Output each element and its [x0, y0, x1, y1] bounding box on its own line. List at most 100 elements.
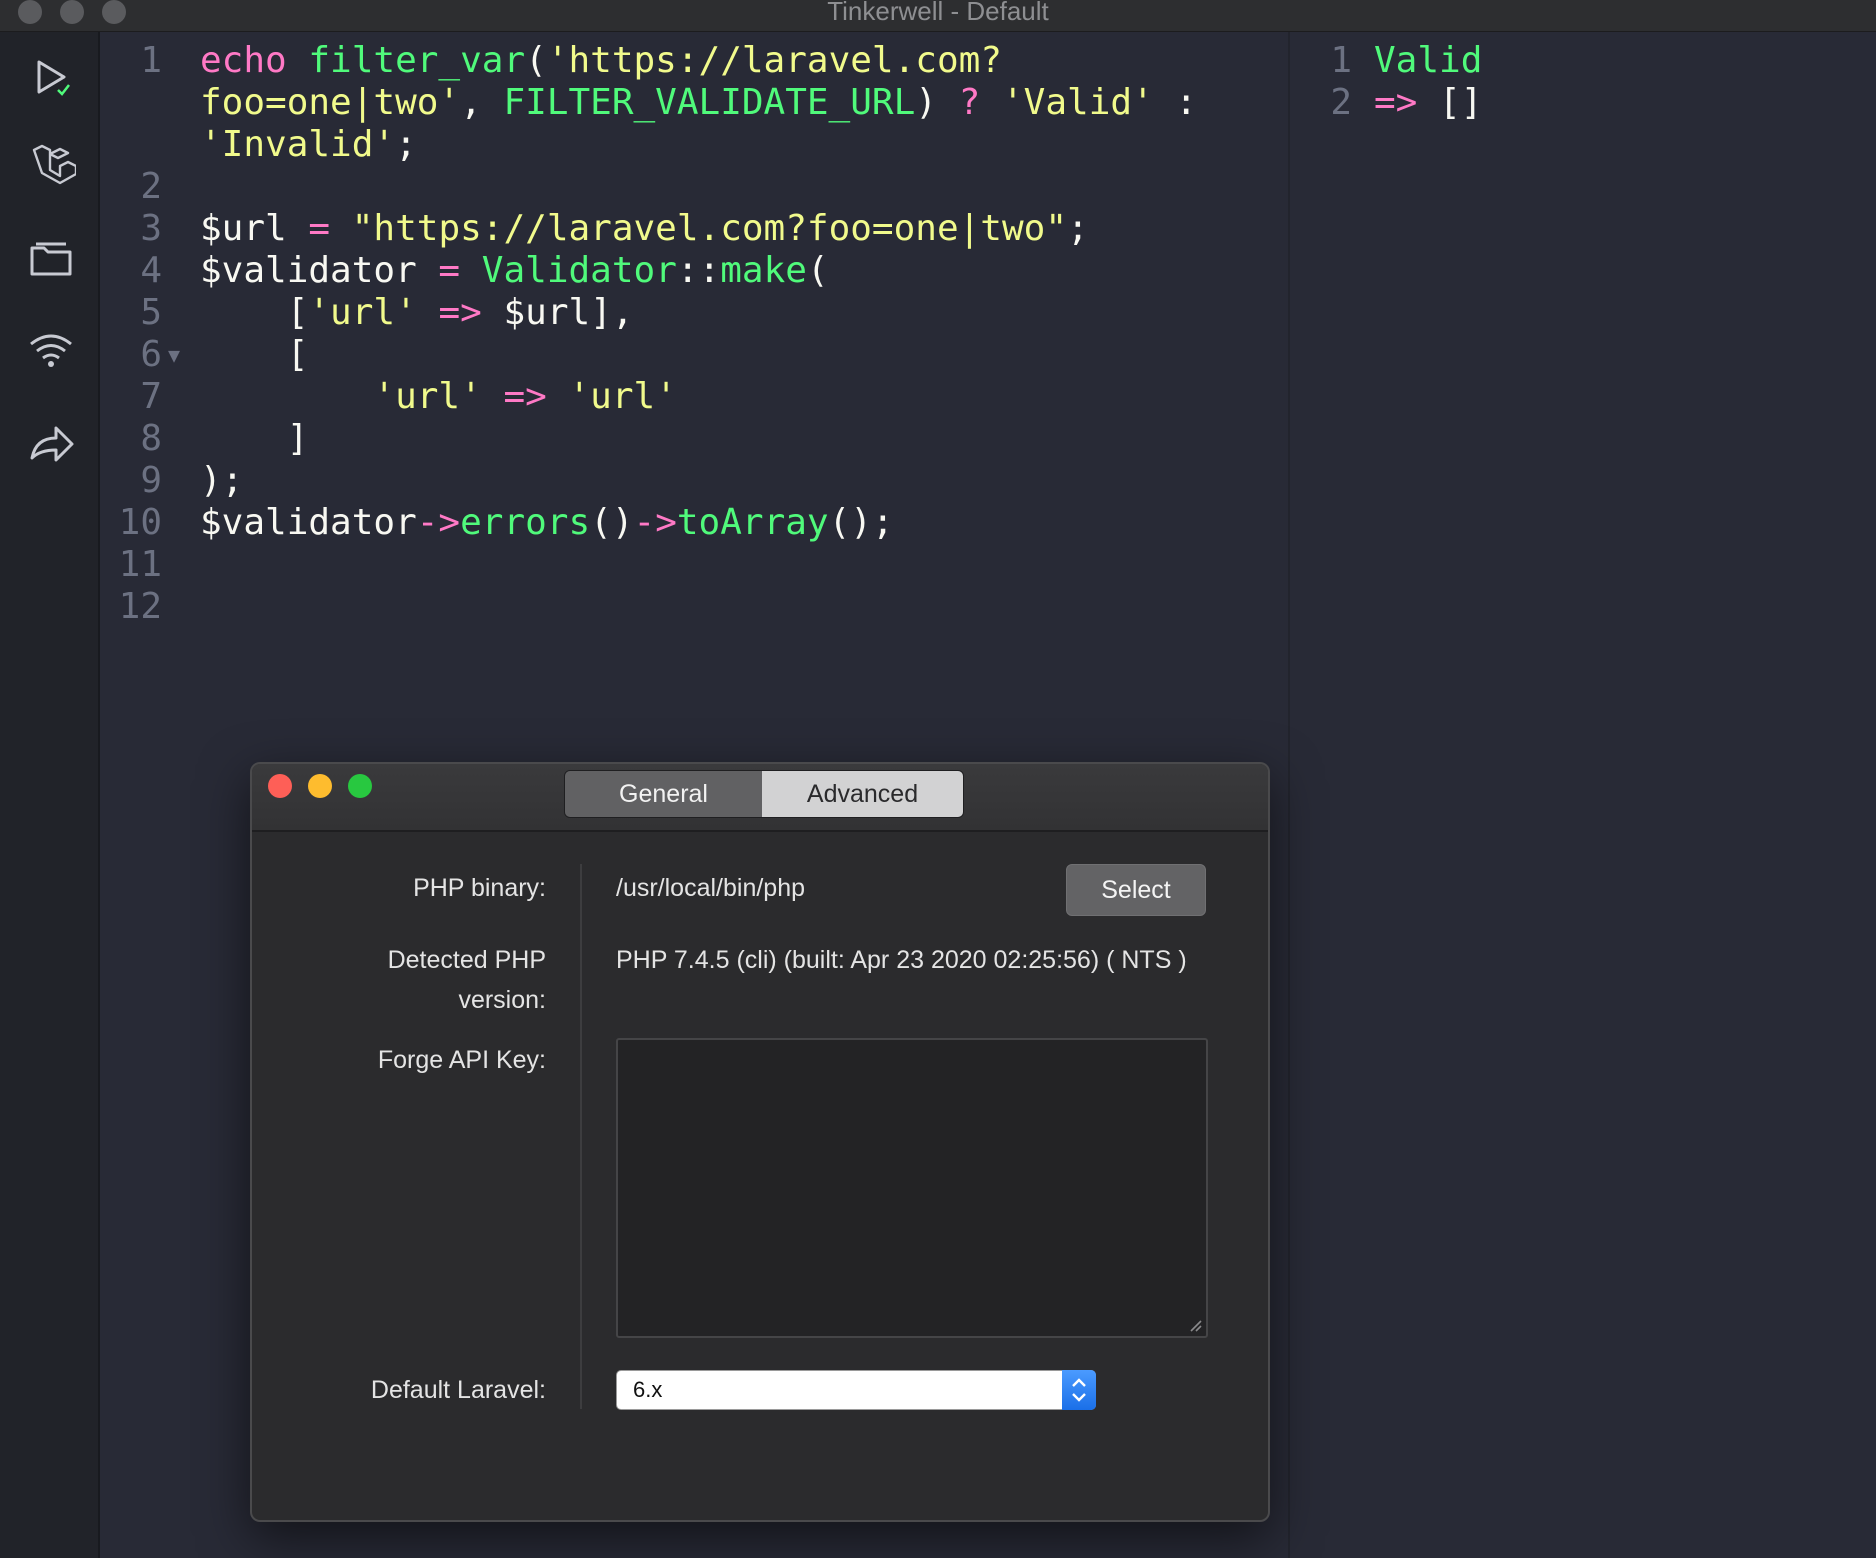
code-line: $validator = Validator::make( — [200, 250, 829, 292]
code-token: $url], — [481, 292, 634, 333]
code-token: = — [438, 250, 461, 291]
dialog-minimize-button[interactable] — [308, 774, 332, 798]
code-token: 'Valid' — [1002, 82, 1154, 123]
title-bar: Tinkerwell - Default — [0, 0, 1876, 32]
code-token: [ — [200, 334, 309, 375]
default-laravel-label: Default Laravel: — [370, 1376, 546, 1404]
dialog-close-button[interactable] — [268, 774, 292, 798]
tool-sidebar — [0, 32, 100, 1558]
line-number: 8 — [140, 418, 162, 459]
code-line: ] — [200, 418, 309, 460]
code-token: 'url' — [568, 376, 677, 417]
code-token: ); — [200, 460, 244, 501]
code-token: 'Invalid' — [200, 124, 396, 165]
code-token: filter_var — [308, 40, 526, 81]
dialog-header: General Advanced — [252, 764, 1268, 832]
code-token: ; — [395, 124, 417, 165]
line-number: 11 — [118, 544, 162, 585]
tab-advanced[interactable]: Advanced — [762, 771, 963, 817]
code-token: => — [438, 292, 482, 333]
output-value: [] — [1417, 82, 1483, 123]
line-number: 12 — [118, 586, 162, 627]
code-token: :: — [676, 250, 721, 291]
code-token: -> — [416, 502, 461, 543]
output-line: => [] — [1374, 82, 1482, 124]
line-number: 3 — [140, 208, 162, 249]
code-token: ] — [200, 418, 309, 459]
window-title: Tinkerwell - Default — [827, 0, 1049, 26]
tab-general[interactable]: General — [565, 771, 763, 817]
laravel-icon[interactable] — [26, 140, 78, 190]
code-token: foo=one|two' — [200, 82, 461, 123]
code-token: ( — [525, 40, 547, 81]
code-token: => — [503, 376, 547, 417]
code-token: , — [460, 82, 504, 123]
select-stepper-icon[interactable] — [1062, 1370, 1096, 1410]
line-number: 9 — [140, 460, 162, 501]
output-arrow: => — [1374, 82, 1418, 123]
code-line: echo filter_var('https://laravel.com? — [200, 40, 1002, 82]
code-token: 'https://laravel.com? — [546, 40, 1002, 81]
line-number: 4 — [140, 250, 162, 291]
code-token: ( — [806, 250, 829, 291]
code-token: errors — [460, 502, 591, 543]
run-icon[interactable] — [26, 52, 76, 102]
code-token: [ — [200, 292, 309, 333]
code-token: () — [590, 502, 634, 543]
select-php-binary-button[interactable]: Select — [1066, 864, 1206, 916]
folder-icon[interactable] — [26, 232, 76, 282]
forge-api-key-field[interactable] — [616, 1038, 1208, 1338]
share-icon[interactable] — [26, 416, 76, 466]
form-divider — [580, 864, 582, 1409]
code-token: "https://laravel.com?foo=one|two" — [351, 208, 1067, 249]
forge-api-key-label: Forge API Key: — [377, 1046, 546, 1074]
default-laravel-value: 6.x — [633, 1377, 663, 1402]
php-version-label-line1: Detected PHP — [387, 946, 546, 974]
line-number: 5 — [140, 292, 162, 333]
line-number: 2 — [140, 166, 162, 207]
code-line: foo=one|two', FILTER_VALIDATE_URL) ? 'Va… — [200, 82, 1197, 124]
code-line: 'Invalid'; — [200, 124, 417, 166]
preferences-dialog: General Advanced PHP binary: /usr/local/… — [250, 762, 1270, 1522]
fold-toggle-icon[interactable]: ▼ — [168, 334, 180, 376]
code-line: ); — [200, 460, 243, 502]
code-line: 'url' => 'url' — [200, 376, 677, 418]
code-token: FILTER_VALIDATE_URL — [503, 82, 916, 123]
code-token: 'url' — [373, 376, 482, 417]
code-token: $url — [200, 208, 309, 249]
code-token: echo — [200, 40, 309, 81]
php-binary-value: /usr/local/bin/php — [616, 874, 806, 902]
code-token: ; — [1067, 208, 1089, 249]
code-line: ['url' => $url], — [200, 292, 634, 334]
code-token: Validator — [481, 250, 677, 291]
line-number: 10 — [118, 502, 162, 543]
code-token: -> — [633, 502, 677, 543]
code-line: [ — [200, 334, 309, 376]
code-token: = — [308, 208, 331, 249]
line-number: 1 — [140, 40, 162, 81]
code-token: $validator — [200, 502, 417, 543]
code-token: 'url' — [308, 292, 417, 333]
code-line: $url = "https://laravel.com?foo=one|two"… — [200, 208, 1089, 250]
output-line-number: 2 — [1330, 82, 1352, 123]
code-token: toArray — [676, 502, 829, 543]
output-line: Valid — [1374, 40, 1483, 81]
code-line: $validator->errors()->toArray(); — [200, 502, 894, 544]
default-laravel-select[interactable]: 6.x — [616, 1370, 1096, 1410]
php-version-value: PHP 7.4.5 (cli) (built: Apr 23 2020 02:2… — [616, 946, 1187, 974]
line-number: 6 — [140, 334, 162, 375]
code-token: make — [720, 250, 807, 291]
php-binary-label: PHP binary: — [413, 874, 546, 902]
output-pane: 1 2 Valid => [] — [1288, 32, 1876, 1558]
dialog-zoom-button[interactable] — [348, 774, 372, 798]
code-token: (); — [828, 502, 894, 543]
code-token: ) — [915, 82, 959, 123]
wifi-icon[interactable] — [26, 324, 76, 374]
output-line-number: 1 — [1330, 40, 1352, 81]
resize-grip-icon[interactable] — [1188, 1318, 1202, 1332]
